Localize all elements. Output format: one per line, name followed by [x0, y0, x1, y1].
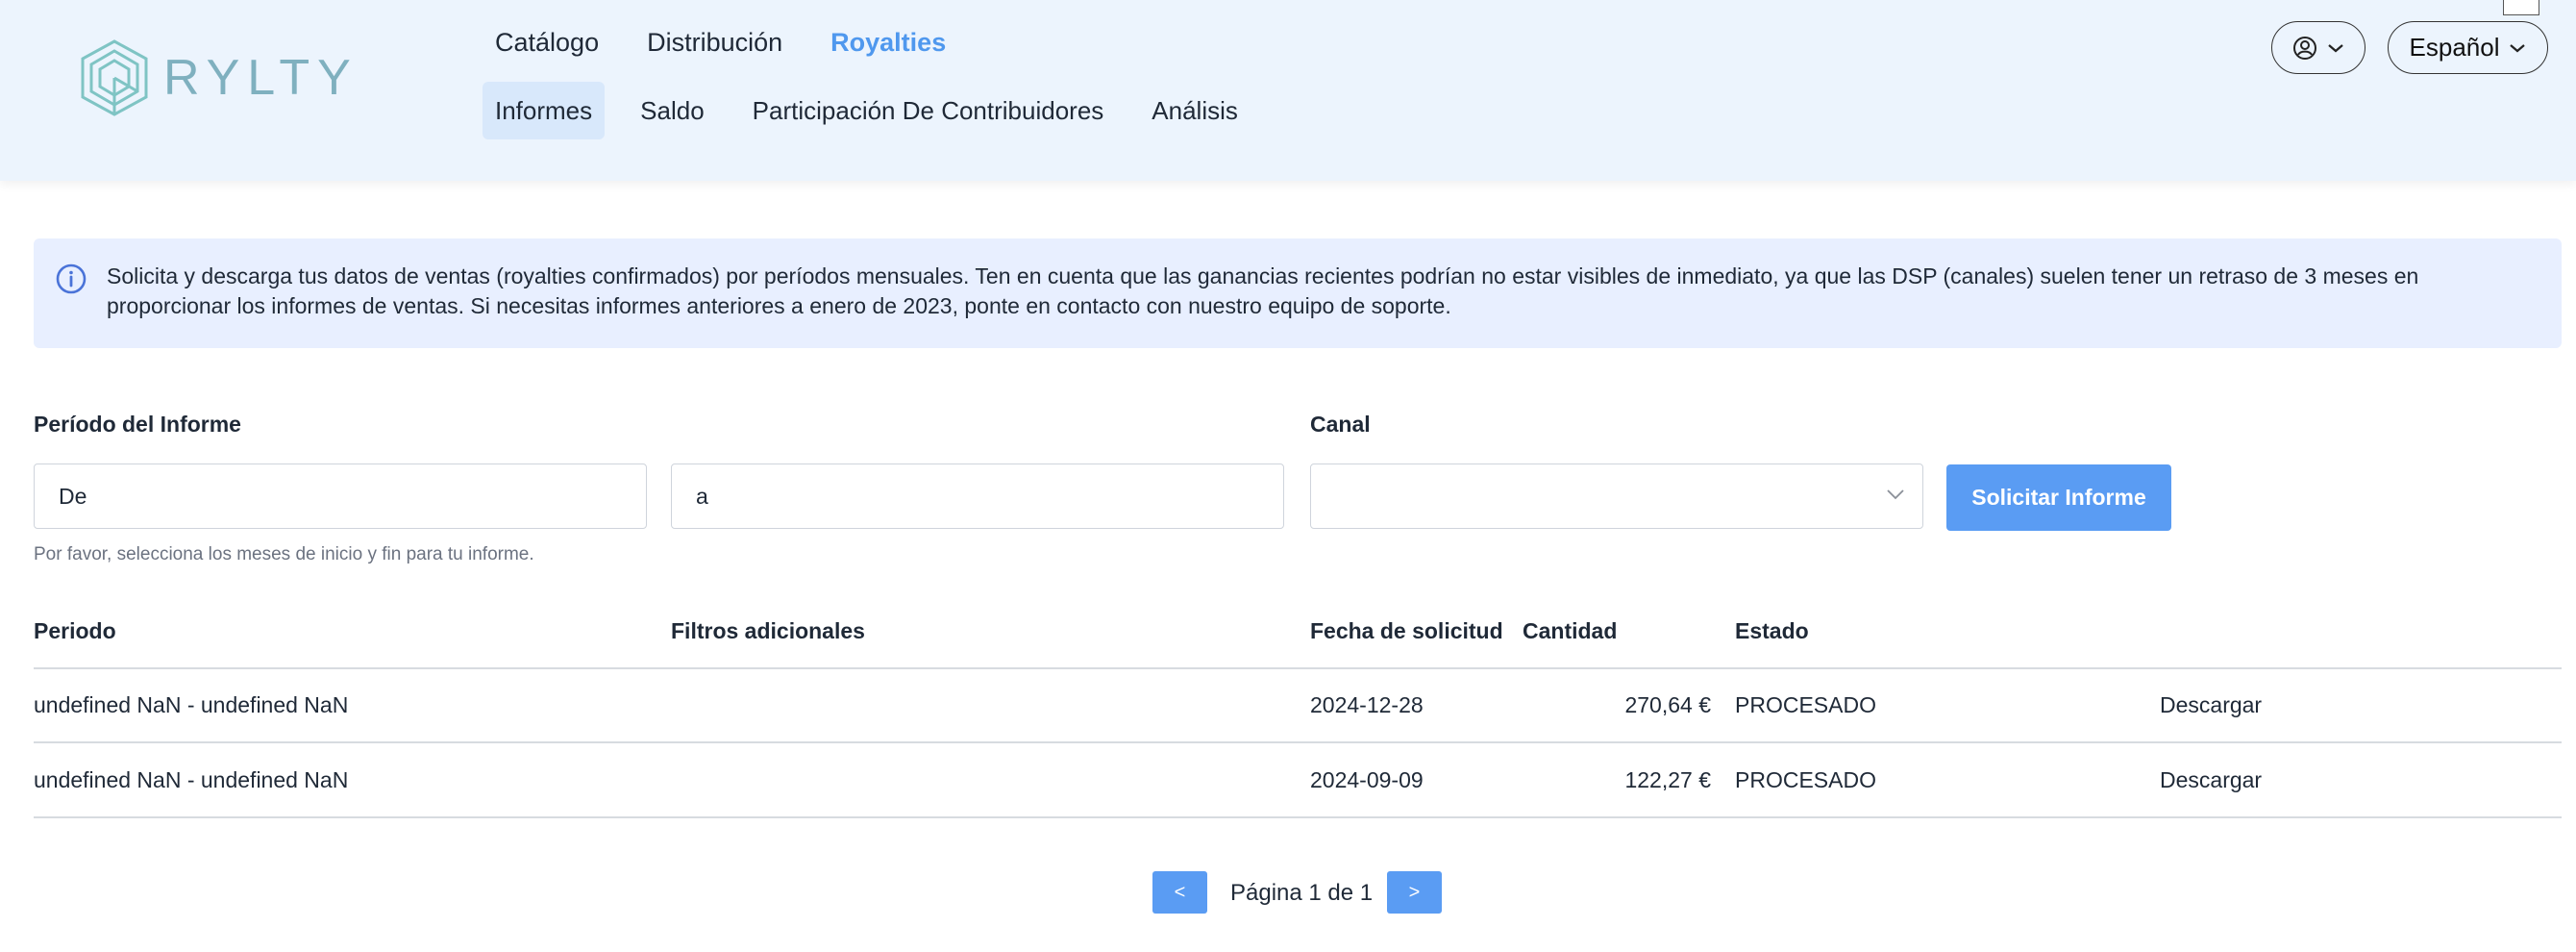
to-placeholder: a: [696, 483, 708, 509]
from-placeholder: De: [59, 483, 87, 509]
col-header-status: Estado: [1735, 618, 1809, 643]
chevron-down-icon: [1887, 489, 1904, 500]
tab-saldo[interactable]: Saldo: [628, 82, 717, 139]
chevron-down-icon: [2510, 43, 2526, 52]
row-amount: 270,64 €: [1624, 692, 1711, 717]
next-page-button[interactable]: >: [1387, 871, 1442, 914]
row-status: PROCESADO: [1735, 692, 1876, 717]
tab-analisis[interactable]: Análisis: [1139, 82, 1251, 139]
col-header-period: Periodo: [34, 618, 116, 643]
table-header-divider: [34, 667, 2562, 669]
form-hint: Por favor, selecciona los meses de inici…: [34, 544, 534, 564]
download-link[interactable]: Descargar: [2160, 692, 2262, 718]
row-period: undefined NaN - undefined NaN: [34, 767, 349, 792]
main-nav: Catálogo Distribución Royalties: [495, 25, 994, 60]
period-label: Período del Informe: [34, 412, 241, 437]
nav-catalogo[interactable]: Catálogo: [495, 25, 599, 60]
row-date: 2024-09-09: [1310, 767, 1424, 792]
chevron-down-icon: [2328, 43, 2343, 52]
row-date: 2024-12-28: [1310, 692, 1424, 717]
language-selector[interactable]: Español: [2388, 21, 2548, 74]
nav-royalties[interactable]: Royalties: [830, 25, 946, 60]
row-divider: [34, 816, 2562, 818]
user-circle-icon: [2293, 36, 2316, 60]
logo-icon: [81, 39, 148, 116]
pagination-label: Página 1 de 1: [1230, 880, 1374, 906]
info-icon: [56, 263, 87, 294]
row-period: undefined NaN - undefined NaN: [34, 692, 349, 717]
corner-widget[interactable]: [2503, 0, 2539, 15]
period-to-input[interactable]: a: [671, 463, 1284, 529]
col-header-filters: Filtros adicionales: [671, 618, 865, 643]
row-status: PROCESADO: [1735, 767, 1876, 792]
col-header-date: Fecha de solicitud: [1310, 618, 1503, 643]
info-banner: Solicita y descarga tus datos de ventas …: [34, 238, 2562, 348]
row-divider: [34, 741, 2562, 743]
tab-informes[interactable]: Informes: [483, 82, 606, 139]
user-menu-button[interactable]: [2271, 21, 2365, 74]
tab-participacion[interactable]: Participación De Contribuidores: [740, 82, 1117, 139]
prev-page-button[interactable]: <: [1152, 871, 1207, 914]
sub-nav: Informes Saldo Participación De Contribu…: [483, 82, 1274, 139]
top-header: RYLTY Catálogo Distribución Royalties In…: [0, 0, 2576, 181]
channel-select[interactable]: [1310, 463, 1923, 529]
col-header-amount: Cantidad: [1523, 618, 1618, 643]
period-from-input[interactable]: De: [34, 463, 647, 529]
request-report-button[interactable]: Solicitar Informe: [1946, 464, 2171, 531]
info-text: Solicita y descarga tus datos de ventas …: [107, 263, 2419, 318]
brand-name: RYLTY: [163, 50, 359, 106]
brand-logo[interactable]: RYLTY: [79, 37, 359, 119]
download-link[interactable]: Descargar: [2160, 767, 2262, 793]
language-label: Español: [2409, 33, 2500, 62]
channel-label: Canal: [1310, 412, 1371, 437]
nav-distribucion[interactable]: Distribución: [647, 25, 782, 60]
row-amount: 122,27 €: [1624, 767, 1711, 792]
